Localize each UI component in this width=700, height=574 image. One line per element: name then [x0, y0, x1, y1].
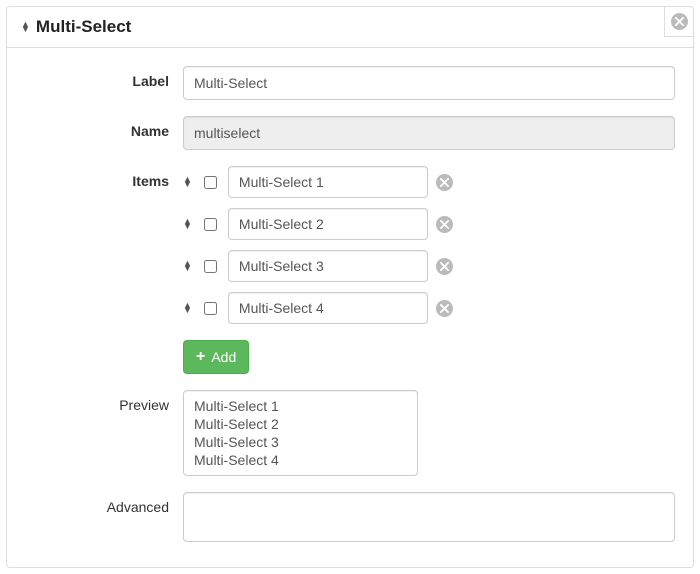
item-input[interactable]	[228, 292, 428, 324]
close-button[interactable]	[664, 6, 694, 37]
remove-icon	[436, 216, 453, 233]
remove-icon	[436, 174, 453, 191]
remove-item-button[interactable]	[436, 258, 453, 275]
row-label: Label	[25, 66, 675, 100]
item-input[interactable]	[228, 208, 428, 240]
preview-box[interactable]: Multi-Select 1Multi-Select 2Multi-Select…	[183, 390, 418, 476]
row-name: Name multiselect	[25, 116, 675, 150]
label-name: Name	[25, 116, 183, 139]
remove-item-button[interactable]	[436, 216, 453, 233]
close-icon	[671, 13, 688, 30]
label-advanced: Advanced	[25, 492, 183, 515]
sort-icon[interactable]: ▲▼	[21, 22, 30, 32]
field-editor-panel: ▲▼ Multi-Select Label Name multiselect I…	[6, 6, 694, 568]
panel-title-text: Multi-Select	[36, 17, 131, 37]
row-advanced: Advanced	[25, 492, 675, 545]
item-checkbox[interactable]	[204, 260, 217, 273]
item-input[interactable]	[228, 250, 428, 282]
item-row: ▲▼	[183, 292, 675, 324]
plus-icon: +	[196, 349, 205, 365]
sort-handle-icon[interactable]: ▲▼	[183, 261, 192, 271]
row-items: Items ▲▼ ▲▼ ▲▼ ▲▼ + Add	[25, 166, 675, 374]
sort-handle-icon[interactable]: ▲▼	[183, 177, 192, 187]
item-row: ▲▼	[183, 208, 675, 240]
item-checkbox[interactable]	[204, 302, 217, 315]
row-preview: Preview Multi-Select 1Multi-Select 2Mult…	[25, 390, 675, 476]
items-list: ▲▼ ▲▼ ▲▼ ▲▼	[183, 166, 675, 324]
remove-icon	[436, 300, 453, 317]
label-preview: Preview	[25, 390, 183, 413]
item-row: ▲▼	[183, 166, 675, 198]
item-row: ▲▼	[183, 250, 675, 282]
item-input[interactable]	[228, 166, 428, 198]
sort-handle-icon[interactable]: ▲▼	[183, 219, 192, 229]
preview-option[interactable]: Multi-Select 3	[194, 433, 407, 451]
panel-title: ▲▼ Multi-Select	[21, 17, 657, 37]
add-button[interactable]: + Add	[183, 340, 249, 374]
preview-option[interactable]: Multi-Select 1	[194, 397, 407, 415]
remove-item-button[interactable]	[436, 174, 453, 191]
sort-handle-icon[interactable]: ▲▼	[183, 303, 192, 313]
label-input[interactable]	[183, 66, 675, 100]
remove-icon	[436, 258, 453, 275]
preview-option[interactable]: Multi-Select 2	[194, 415, 407, 433]
label-label: Label	[25, 66, 183, 89]
remove-item-button[interactable]	[436, 300, 453, 317]
panel-body: Label Name multiselect Items ▲▼ ▲▼ ▲▼ ▲▼ + …	[7, 48, 693, 567]
label-items: Items	[25, 166, 183, 189]
panel-header: ▲▼ Multi-Select	[7, 7, 693, 48]
add-button-label: Add	[211, 349, 236, 365]
preview-option[interactable]: Multi-Select 4	[194, 451, 407, 469]
advanced-input[interactable]	[183, 492, 675, 542]
item-checkbox[interactable]	[204, 176, 217, 189]
name-input: multiselect	[183, 116, 675, 150]
item-checkbox[interactable]	[204, 218, 217, 231]
